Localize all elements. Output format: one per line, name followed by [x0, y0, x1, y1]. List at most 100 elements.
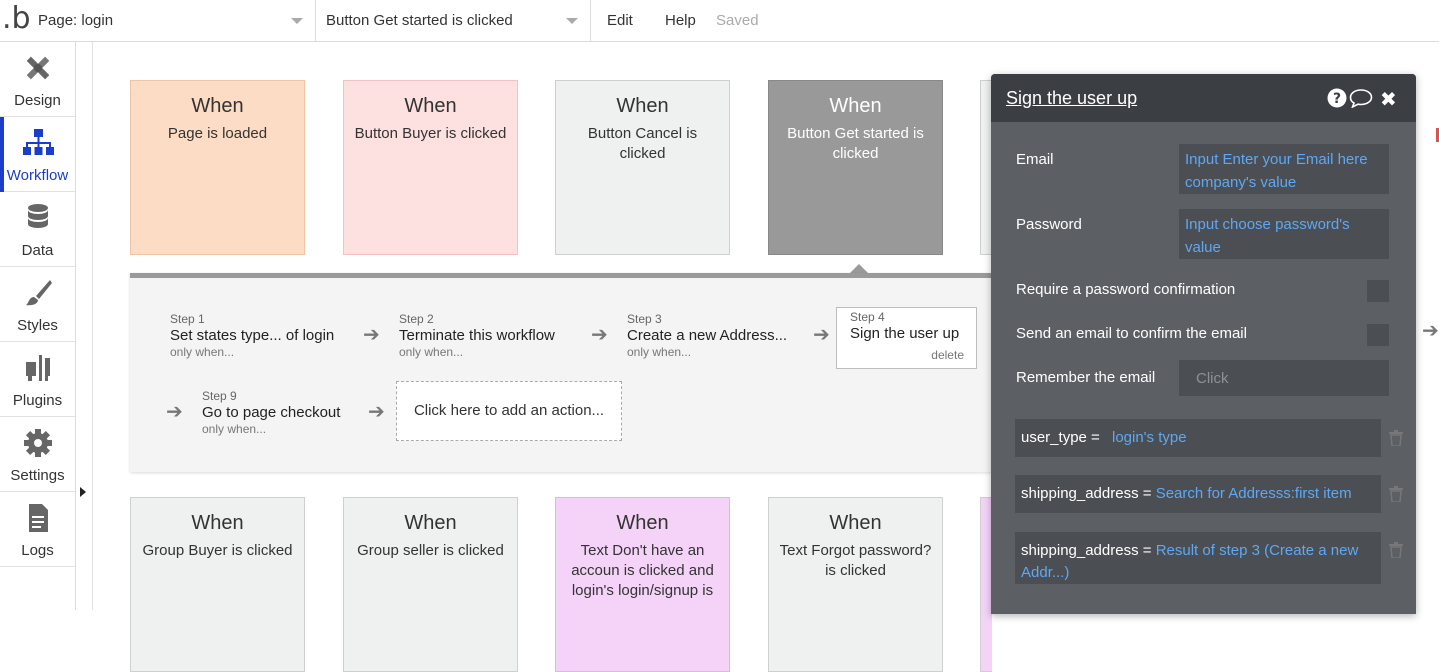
brush-icon — [26, 280, 52, 306]
close-icon[interactable]: ✖ — [1380, 87, 1397, 112]
step-number: Step 2 — [399, 312, 434, 326]
chevron-down-icon — [566, 18, 578, 24]
workflow-icon — [23, 129, 54, 155]
step-condition[interactable]: only when... — [627, 345, 787, 359]
step-condition[interactable]: only when... — [170, 345, 334, 359]
sidebar-item-data[interactable]: Data — [0, 192, 75, 267]
sidebar-item-settings[interactable]: Settings — [0, 417, 75, 492]
sidebar-item-design[interactable]: Design — [0, 42, 75, 117]
event-when-label: When — [191, 95, 244, 117]
arrow-right-icon: ➔ — [368, 401, 385, 423]
password-confirmation-checkbox[interactable] — [1367, 280, 1389, 302]
param-row[interactable]: shipping_address = Search for Addresss:f… — [1015, 475, 1381, 513]
event-when-label: When — [404, 95, 457, 117]
event-card-selected[interactable]: When Button Get started is clicked — [768, 80, 943, 255]
event-card[interactable]: When Group seller is clicked — [343, 497, 518, 672]
event-trigger-text: Button Get started is clicked — [787, 125, 924, 162]
top-bar: .b Page: login Button Get started is cli… — [0, 0, 1439, 42]
comment-icon[interactable] — [1349, 88, 1373, 113]
help-icon[interactable]: ? — [1327, 88, 1347, 113]
sidebar-item-label: Data — [21, 242, 54, 259]
event-card[interactable]: When Button Buyer is clicked — [343, 80, 518, 255]
menu-help[interactable]: Help — [665, 0, 696, 42]
step-condition[interactable]: only when... — [202, 422, 340, 436]
event-when-label: When — [829, 95, 882, 117]
event-when-label: When — [191, 512, 244, 534]
step-name: Terminate this workflow — [399, 327, 555, 344]
event-card[interactable]: When Text Don't have an accoun is clicke… — [555, 497, 730, 672]
sidebar-item-styles[interactable]: Styles — [0, 267, 75, 342]
event-trigger-text: Text Forgot password? is clicked — [779, 542, 932, 579]
sidebar-item-label: Plugins — [12, 392, 63, 409]
step-name: Sign the user up — [850, 325, 960, 342]
param-value[interactable]: Search for Addresss:first item — [1156, 485, 1352, 502]
page-select[interactable]: Page: login — [30, 0, 316, 42]
arrow-right-icon: ➔ — [166, 401, 183, 423]
event-trigger-text: Group seller is clicked — [357, 542, 504, 559]
bubble-logo[interactable]: .b — [2, 4, 31, 34]
event-card[interactable]: When Button Cancel is clicked — [555, 80, 730, 255]
document-icon — [29, 504, 48, 532]
event-when-label: When — [616, 512, 669, 534]
design-icon — [26, 56, 50, 80]
step-item[interactable]: Step 2 Terminate this workflow only when… — [399, 312, 555, 359]
step-name: Go to page checkout — [202, 404, 341, 421]
step-number: Step 1 — [170, 312, 205, 326]
step-name: Set states type... of login — [170, 327, 335, 344]
event-card[interactable]: When Text Forgot password? is clicked — [768, 497, 943, 672]
param-row[interactable]: user_type = login's type — [1015, 419, 1381, 457]
param-key: shipping_address — [1021, 485, 1139, 502]
workflow-select[interactable]: Button Get started is clicked — [317, 0, 591, 42]
sidebar-item-label: Styles — [17, 317, 58, 334]
action-property-editor: Sign the user up ? ✖ Email Input Enter y… — [991, 74, 1416, 614]
sidebar-item-label: Design — [14, 92, 61, 109]
chevron-down-icon — [291, 18, 303, 24]
database-icon — [28, 204, 48, 228]
sidebar-item-label: Workflow — [6, 167, 69, 184]
param-value[interactable]: login's type — [1112, 429, 1187, 446]
step-item[interactable]: Step 3 Create a new Address... only when… — [627, 312, 787, 359]
event-trigger-text: Button Buyer is clicked — [354, 125, 507, 142]
confirm-email-label: Send an email to confirm the email — [1016, 325, 1247, 342]
delete-step-link[interactable]: delete — [931, 348, 964, 362]
event-card[interactable]: When Group Buyer is clicked — [130, 497, 305, 672]
menu-edit[interactable]: Edit — [607, 0, 633, 42]
plugins-icon — [26, 355, 50, 381]
param-row[interactable]: shipping_address = Result of step 3 (Cre… — [1015, 532, 1381, 584]
editor-title[interactable]: Sign the user up — [1006, 88, 1137, 109]
sidebar-item-workflow[interactable]: Workflow — [0, 117, 75, 192]
event-when-label: When — [404, 512, 457, 534]
step-item[interactable]: Step 1 Set states type... of login only … — [170, 312, 334, 359]
sidebar-item-label: Settings — [10, 467, 65, 484]
event-when-label: When — [616, 95, 669, 117]
sidebar-expand-icon[interactable] — [80, 487, 86, 497]
password-value-field[interactable]: Input choose password's value — [1179, 209, 1389, 259]
gear-icon — [24, 429, 52, 457]
panel-pointer — [850, 264, 868, 273]
confirm-email-checkbox[interactable] — [1367, 324, 1389, 346]
sidebar-item-logs[interactable]: Logs — [0, 492, 75, 567]
save-status: Saved — [716, 12, 759, 29]
sidebar-item-plugins[interactable]: Plugins — [0, 342, 75, 417]
step-number: Step 4 — [850, 310, 885, 324]
event-trigger-text: Text Don't have an accoun is clicked and… — [571, 542, 714, 599]
trash-icon[interactable] — [1389, 486, 1403, 502]
sidebar-item-label: Logs — [21, 542, 54, 559]
svg-text:?: ? — [1333, 91, 1341, 107]
step-item-selected[interactable]: Step 4 Sign the user up delete — [836, 307, 977, 369]
remember-email-field[interactable]: Click — [1179, 360, 1389, 396]
arrow-right-icon: ➔ — [591, 324, 608, 346]
email-value-field[interactable]: Input Enter your Email here company's va… — [1179, 144, 1389, 194]
step-item[interactable]: Step 9 Go to page checkout only when... — [202, 389, 340, 436]
add-action-button[interactable]: Click here to add an action... — [396, 381, 622, 441]
event-when-label: When — [829, 512, 882, 534]
trash-icon[interactable] — [1389, 430, 1403, 446]
trash-icon[interactable] — [1389, 542, 1403, 558]
step-number: Step 3 — [627, 312, 662, 326]
step-condition[interactable]: only when... — [399, 345, 555, 359]
param-equals: = — [1142, 485, 1156, 502]
arrow-right-icon: ➔ — [813, 324, 830, 346]
event-card[interactable]: When Page is loaded — [130, 80, 305, 255]
email-label: Email — [1016, 151, 1054, 168]
workflow-select-value: Button Get started is clicked — [326, 12, 513, 29]
